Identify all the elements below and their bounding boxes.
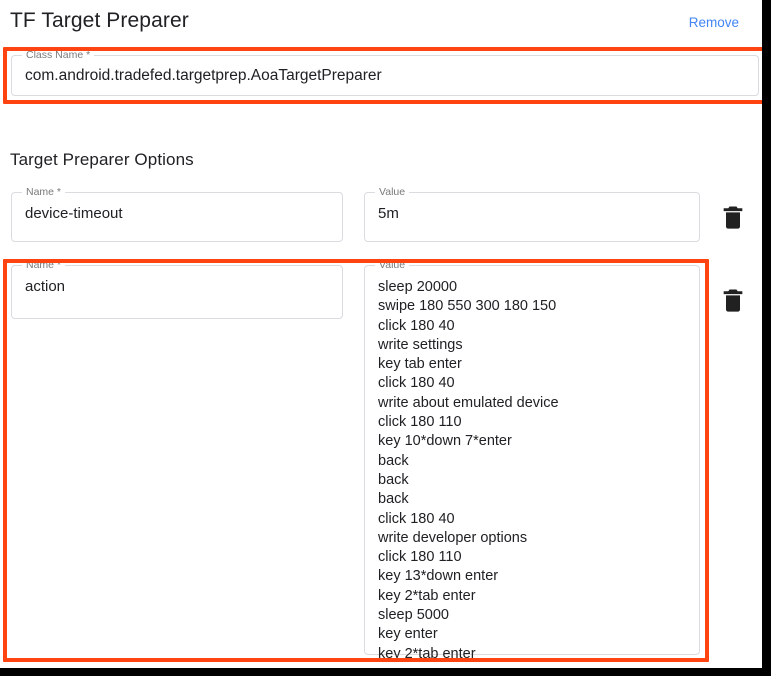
trash-icon <box>723 289 743 312</box>
option-name-field[interactable]: Name * device-timeout <box>11 186 343 242</box>
option-name-value[interactable]: device-timeout <box>25 205 332 223</box>
target-preparer-options-heading: Target Preparer Options <box>10 150 194 169</box>
option-name-value[interactable]: action <box>25 278 332 296</box>
panel-header: TF Target Preparer Remove <box>0 0 762 44</box>
option-name-field[interactable]: Name * action <box>11 259 343 319</box>
option-name-label: Name * <box>22 186 66 199</box>
option-value-field[interactable]: Value 5m <box>364 186 700 242</box>
option-name-label: Name * <box>22 259 66 272</box>
window-right-edge <box>762 0 771 676</box>
delete-option-button[interactable] <box>719 203 747 231</box>
option-row: Name * action Value sleep 20000 swipe 18… <box>0 259 762 662</box>
page-title: TF Target Preparer <box>10 9 189 32</box>
class-name-value[interactable]: com.android.tradefed.targetprep.AoaTarge… <box>25 67 748 85</box>
class-name-field[interactable]: Class Name * com.android.tradefed.target… <box>11 49 759 96</box>
remove-link[interactable]: Remove <box>689 14 739 31</box>
option-value-value[interactable]: sleep 20000 swipe 180 550 300 180 150 cl… <box>378 278 689 664</box>
class-name-label: Class Name * <box>22 49 95 62</box>
option-value-value[interactable]: 5m <box>378 205 689 223</box>
option-value-label: Value <box>375 259 410 272</box>
window-bottom-edge <box>0 668 771 676</box>
trash-icon <box>723 206 743 229</box>
option-row: Name * device-timeout Value 5m <box>0 186 762 246</box>
delete-option-button[interactable] <box>719 286 747 314</box>
target-preparer-panel: TF Target Preparer Remove Class Name * c… <box>0 0 762 668</box>
option-value-label: Value <box>375 186 410 199</box>
option-value-field[interactable]: Value sleep 20000 swipe 180 550 300 180 … <box>364 259 700 662</box>
